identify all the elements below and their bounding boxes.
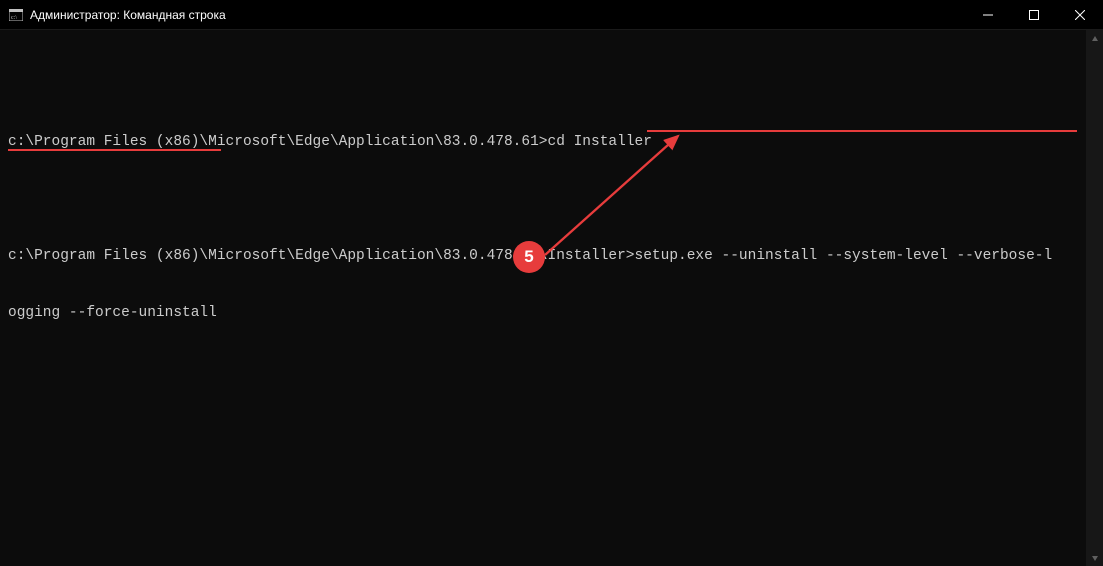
terminal-line-2: c:\Program Files (x86)\Microsoft\Edge\Ap…: [8, 247, 1095, 266]
terminal-line-1: c:\Program Files (x86)\Microsoft\Edge\Ap…: [8, 133, 1095, 152]
window-titlebar: c:\ Администратор: Командная строка: [0, 0, 1103, 30]
command-2b: ogging --force-uninstall: [8, 305, 217, 321]
scroll-down-arrow-icon[interactable]: [1086, 549, 1103, 566]
command-1: cd Installer: [548, 134, 652, 150]
terminal-output: c:\Program Files (x86)\Microsoft\Edge\Ap…: [0, 30, 1103, 369]
window-title: Администратор: Командная строка: [30, 8, 226, 22]
scroll-up-arrow-icon[interactable]: [1086, 30, 1103, 47]
command-2a: setup.exe --uninstall --system-level --v…: [635, 248, 1053, 264]
svg-text:c:\: c:\: [11, 15, 17, 21]
cmd-icon: c:\: [8, 7, 24, 23]
terminal-area[interactable]: c:\Program Files (x86)\Microsoft\Edge\Ap…: [0, 30, 1103, 566]
prompt-2: c:\Program Files (x86)\Microsoft\Edge\Ap…: [8, 248, 635, 264]
vertical-scrollbar[interactable]: [1086, 30, 1103, 566]
minimize-button[interactable]: [965, 0, 1011, 29]
window-controls: [965, 0, 1103, 29]
prompt-1: c:\Program Files (x86)\Microsoft\Edge\Ap…: [8, 134, 548, 150]
terminal-line-2-wrap: ogging --force-uninstall: [8, 304, 1095, 323]
scrollbar-track-area[interactable]: [1086, 47, 1103, 549]
close-button[interactable]: [1057, 0, 1103, 29]
maximize-button[interactable]: [1011, 0, 1057, 29]
